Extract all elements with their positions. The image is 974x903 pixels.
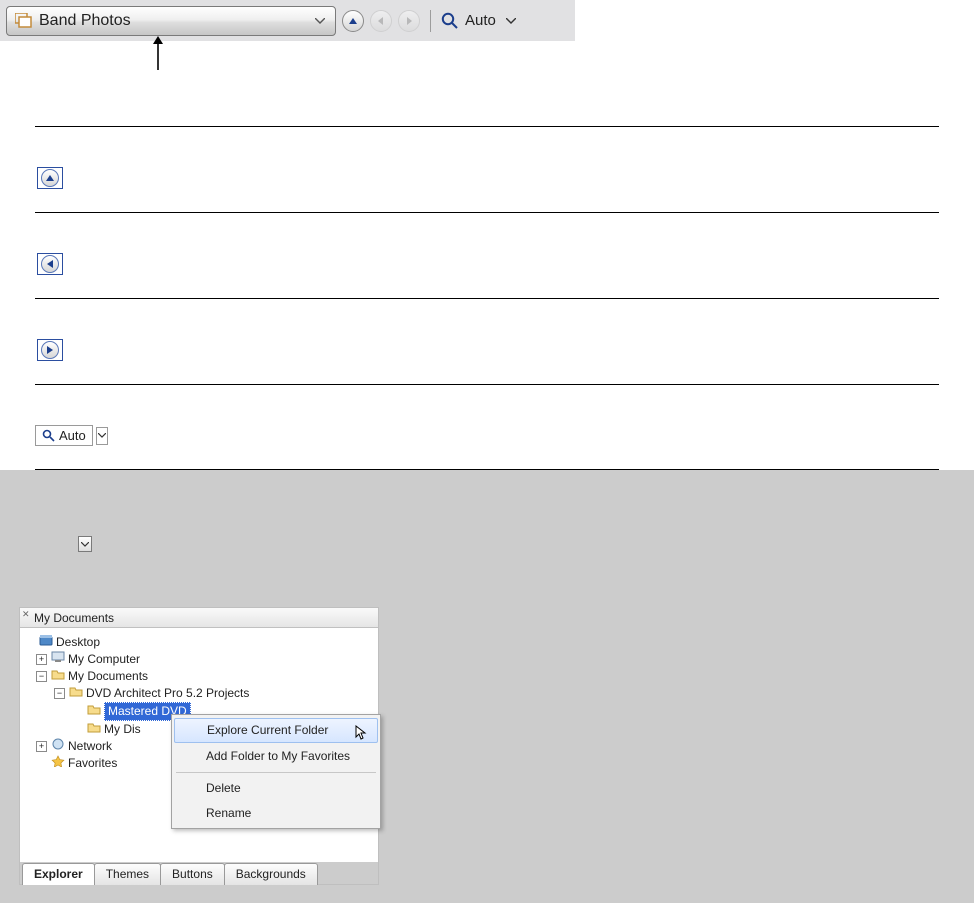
tree-my-documents[interactable]: My Documents bbox=[68, 668, 148, 685]
zoom-small-label: Auto bbox=[59, 428, 86, 443]
zoom-auto-small[interactable]: Auto bbox=[35, 425, 939, 446]
tree-dvd-project[interactable]: DVD Architect Pro 5.2 Projects bbox=[86, 685, 249, 702]
magnifier-icon bbox=[42, 429, 55, 442]
tab-backgrounds[interactable]: Backgrounds bbox=[224, 863, 318, 885]
cell-forward bbox=[35, 298, 939, 384]
forward-button-small[interactable] bbox=[37, 339, 63, 361]
back-button[interactable] bbox=[370, 10, 392, 32]
location-label: Band Photos bbox=[39, 12, 131, 30]
folder-tree[interactable]: Desktop + My Computer − My Documents − bbox=[20, 628, 378, 862]
folder-icon bbox=[87, 721, 104, 738]
folder-icon bbox=[87, 703, 104, 720]
star-icon bbox=[51, 755, 68, 772]
annotation-arrow-up-icon bbox=[150, 36, 166, 72]
toolbar: Band Photos Auto bbox=[0, 0, 575, 41]
context-menu: Explore Current Folder Add Folder to My … bbox=[171, 714, 378, 829]
tree-my-computer[interactable]: My Computer bbox=[68, 651, 140, 668]
toolbar-separator bbox=[430, 10, 431, 32]
up-folder-button[interactable] bbox=[342, 10, 364, 32]
zoom-label: Auto bbox=[465, 12, 496, 29]
folder-icon bbox=[51, 668, 68, 685]
location-dropdown[interactable]: Band Photos bbox=[6, 6, 336, 36]
forward-button[interactable] bbox=[398, 10, 420, 32]
tree-desktop[interactable]: Desktop bbox=[56, 634, 100, 651]
zoom-level-control[interactable]: Auto bbox=[465, 12, 516, 29]
cell-up bbox=[35, 126, 939, 212]
expand-toggle[interactable]: + bbox=[36, 654, 47, 665]
cursor-icon bbox=[355, 725, 369, 741]
windows-cascade-icon bbox=[15, 13, 33, 29]
reference-cells: Auto bbox=[35, 126, 939, 470]
menu-label: Delete bbox=[206, 781, 241, 795]
menu-rename[interactable]: Rename bbox=[172, 801, 378, 826]
desktop-icon bbox=[39, 634, 56, 651]
close-icon[interactable]: ✕ bbox=[22, 609, 30, 620]
tree-my-dis[interactable]: My Dis bbox=[104, 721, 141, 738]
expand-toggle[interactable]: − bbox=[54, 688, 65, 699]
menu-label: Rename bbox=[206, 806, 251, 820]
lower-region: ✕ My Documents Desktop + My Computer − bbox=[0, 470, 974, 903]
cell-back bbox=[35, 212, 939, 298]
tree-favorites[interactable]: Favorites bbox=[68, 755, 117, 772]
tab-buttons[interactable]: Buttons bbox=[160, 863, 225, 885]
network-icon bbox=[51, 738, 68, 755]
tree-network[interactable]: Network bbox=[68, 738, 112, 755]
chevron-down-icon bbox=[315, 18, 325, 24]
menu-delete[interactable]: Delete bbox=[172, 776, 378, 801]
menu-add-favorite[interactable]: Add Folder to My Favorites bbox=[172, 744, 378, 769]
cell-zoom: Auto bbox=[35, 384, 939, 470]
tiny-dropdown-button[interactable] bbox=[78, 536, 92, 552]
back-button-small[interactable] bbox=[37, 253, 63, 275]
tab-explorer[interactable]: Explorer bbox=[22, 863, 95, 885]
panel-titlebar: My Documents bbox=[20, 608, 378, 628]
chevron-down-icon bbox=[96, 427, 108, 445]
chevron-down-icon bbox=[506, 18, 516, 24]
magnifier-icon bbox=[441, 12, 459, 30]
menu-separator bbox=[176, 772, 376, 773]
menu-label: Explore Current Folder bbox=[207, 723, 328, 737]
menu-label: Add Folder to My Favorites bbox=[206, 749, 350, 763]
panel-title: My Documents bbox=[34, 611, 114, 625]
tab-themes[interactable]: Themes bbox=[94, 863, 161, 885]
folder-icon bbox=[69, 685, 86, 702]
expand-toggle[interactable]: − bbox=[36, 671, 47, 682]
computer-icon bbox=[51, 651, 68, 668]
explorer-panel: ✕ My Documents Desktop + My Computer − bbox=[19, 607, 379, 885]
up-folder-button-small[interactable] bbox=[37, 167, 63, 189]
expand-toggle[interactable]: + bbox=[36, 741, 47, 752]
menu-explore-folder[interactable]: Explore Current Folder bbox=[174, 718, 378, 743]
